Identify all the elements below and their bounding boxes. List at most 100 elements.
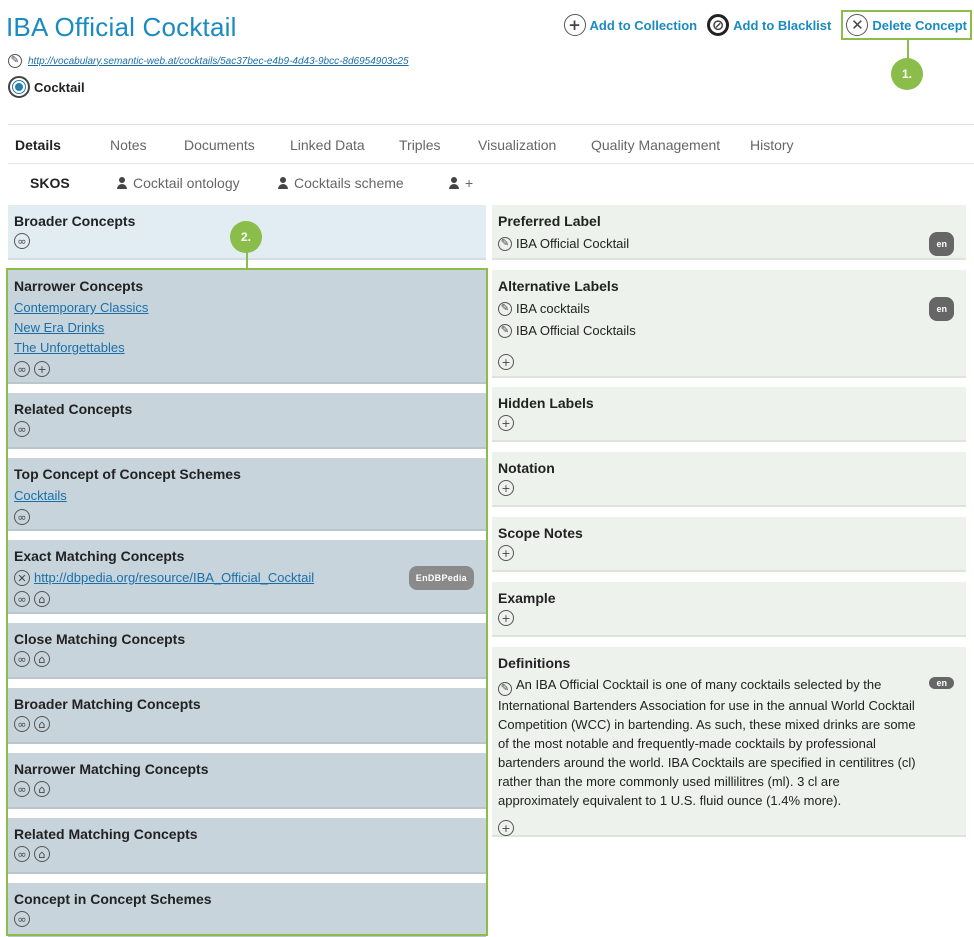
narrower-concept-link[interactable]: The Unforgettables [14, 338, 480, 358]
tab-documents[interactable]: Documents [184, 137, 255, 153]
link-icon[interactable]: ∞ [14, 591, 30, 607]
hidden-labels-panel: Hidden Labels + [492, 387, 966, 442]
page-title: IBA Official Cocktail [6, 12, 237, 42]
panel-title: Hidden Labels [498, 395, 594, 411]
pencil-icon[interactable]: ✎ [498, 237, 512, 251]
panel-title: Definitions [498, 655, 571, 671]
close-circle-icon: ✕ [846, 14, 869, 36]
tab-history[interactable]: History [750, 137, 794, 153]
callout-1: 1. [891, 58, 923, 90]
example-panel: Example + [492, 582, 966, 637]
panel-title: Exact Matching Concepts [14, 548, 185, 564]
concept-type-row: Cocktail [8, 76, 85, 98]
concept-in-schemes-panel: Concept in Concept Schemes ∞ [8, 883, 486, 937]
panel-title: Related Matching Concepts [14, 826, 198, 842]
preferred-label-panel: Preferred Label ✎ IBA Official Cocktail … [492, 205, 966, 260]
sub-tabs: SKOS Cocktail ontology Cocktails scheme … [8, 165, 974, 203]
concept-uri-row: ✎ http://vocabulary.semantic-web.at/cock… [8, 54, 409, 68]
mountain-icon[interactable]: ⌂ [34, 651, 50, 667]
subtab-skos[interactable]: SKOS [30, 175, 70, 191]
source-badge: EnDBPedia [408, 566, 474, 590]
mountain-icon[interactable]: ⌂ [34, 781, 50, 797]
close-icon[interactable]: ✕ [14, 570, 30, 586]
link-icon[interactable]: ∞ [14, 716, 30, 732]
tab-linked-data[interactable]: Linked Data [290, 137, 365, 153]
add-to-blacklist-label: Add to Blacklist [733, 17, 832, 33]
tab-details[interactable]: Details [15, 137, 61, 153]
person-icon [116, 177, 128, 189]
language-badge: en [929, 297, 954, 321]
plus-icon[interactable]: + [498, 480, 514, 496]
tab-quality-management[interactable]: Quality Management [591, 137, 720, 153]
panel-title: Narrower Matching Concepts [14, 761, 209, 777]
concept-scheme-link[interactable]: Cocktails [14, 486, 480, 506]
tab-triples[interactable]: Triples [399, 137, 441, 153]
preferred-label-value: IBA Official Cocktail [516, 236, 630, 251]
related-concepts-panel: Related Concepts ∞ [8, 393, 486, 449]
notation-panel: Notation + [492, 452, 966, 507]
panel-title: Example [498, 590, 556, 606]
subtab-cocktail-ontology-label: Cocktail ontology [133, 175, 240, 191]
add-to-collection-button[interactable]: + Add to Collection [563, 14, 698, 36]
mountain-icon[interactable]: ⌂ [34, 716, 50, 732]
definition-text: ✎ An IBA Official Cocktail is one of many… [498, 675, 960, 810]
language-badge: en [929, 232, 954, 256]
plus-icon[interactable]: + [498, 415, 514, 431]
scope-notes-panel: Scope Notes + [492, 517, 966, 572]
link-icon[interactable]: ∞ [14, 233, 30, 249]
link-icon[interactable]: ∞ [14, 421, 30, 437]
link-icon[interactable]: ∞ [14, 911, 30, 927]
panel-title: Alternative Labels [498, 278, 619, 294]
exact-matching-panel: Exact Matching Concepts ✕ http://dbpedia… [8, 540, 486, 614]
concept-uri-link[interactable]: http://vocabulary.semantic-web.at/cockta… [28, 56, 409, 67]
concept-type-icon [8, 76, 30, 98]
narrower-concepts-panel: Narrower Concepts Contemporary Classics … [8, 270, 486, 384]
pencil-icon[interactable]: ✎ [498, 302, 512, 316]
tab-notes[interactable]: Notes [110, 137, 147, 153]
panel-title: Notation [498, 460, 555, 476]
person-icon [277, 177, 289, 189]
action-bar: + Add to Collection ⊘ Add to Blacklist ✕… [563, 10, 972, 40]
panel-title: Broader Matching Concepts [14, 696, 201, 712]
top-concept-panel: Top Concept of Concept Schemes Cocktails… [8, 458, 486, 531]
add-to-blacklist-button[interactable]: ⊘ Add to Blacklist [707, 14, 831, 36]
link-icon[interactable]: ∞ [14, 361, 30, 377]
close-matching-panel: Close Matching Concepts ∞ ⌂ [8, 623, 486, 679]
tab-visualization[interactable]: Visualization [478, 137, 556, 153]
narrower-concept-link[interactable]: Contemporary Classics [14, 298, 480, 318]
subtab-cocktail-ontology[interactable]: Cocktail ontology [116, 175, 240, 191]
plus-icon[interactable]: + [498, 820, 514, 836]
link-icon[interactable]: ∞ [14, 846, 30, 862]
plus-icon[interactable]: + [498, 610, 514, 626]
link-icon[interactable]: ∞ [14, 509, 30, 525]
pencil-icon[interactable]: ✎ [498, 324, 512, 338]
pencil-icon[interactable]: ✎ [8, 54, 22, 68]
plus-icon[interactable]: + [34, 361, 50, 377]
plus-icon[interactable]: + [498, 354, 514, 370]
link-icon[interactable]: ∞ [14, 651, 30, 667]
broader-matching-panel: Broader Matching Concepts ∞ ⌂ [8, 688, 486, 744]
pencil-icon[interactable]: ✎ [498, 682, 512, 696]
person-icon [448, 177, 460, 189]
mountain-icon[interactable]: ⌂ [34, 846, 50, 862]
narrower-matching-panel: Narrower Matching Concepts ∞ ⌂ [8, 753, 486, 809]
link-icon[interactable]: ∞ [14, 781, 30, 797]
plus-circle-icon: + [563, 14, 586, 36]
panel-title: Preferred Label [498, 213, 601, 229]
mountain-icon[interactable]: ⌂ [34, 591, 50, 607]
add-to-collection-label: Add to Collection [589, 17, 698, 33]
plus-icon[interactable]: + [498, 545, 514, 561]
panel-title: Concept in Concept Schemes [14, 891, 212, 907]
exact-match-link[interactable]: http://dbpedia.org/resource/IBA_Official… [34, 568, 314, 588]
callout-2: 2. [230, 221, 262, 253]
subtab-cocktails-scheme[interactable]: Cocktails scheme [277, 175, 404, 191]
subtab-add-scheme[interactable]: + [448, 175, 473, 191]
panel-title: Scope Notes [498, 525, 583, 541]
subtab-add-label: + [465, 175, 474, 191]
narrower-concept-link[interactable]: New Era Drinks [14, 318, 480, 338]
panel-title: Close Matching Concepts [14, 631, 186, 647]
panel-title: Top Concept of Concept Schemes [14, 466, 241, 482]
language-badge: en [929, 677, 954, 689]
delete-concept-label: Delete Concept [872, 17, 967, 33]
delete-concept-button[interactable]: ✕ Delete Concept [841, 10, 972, 40]
